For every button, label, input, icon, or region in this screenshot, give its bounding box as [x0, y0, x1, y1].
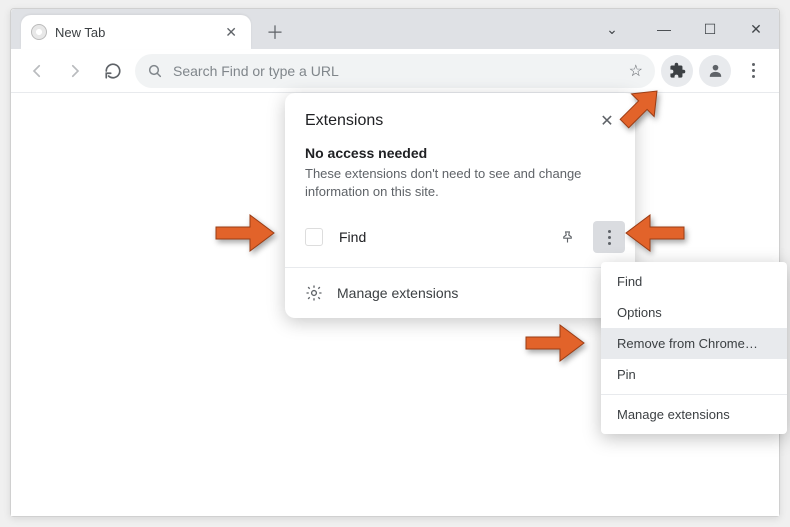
profile-button[interactable] [699, 55, 731, 87]
toolbar: Search Find or type a URL ☆ [11, 49, 779, 93]
context-menu-item-options[interactable]: Options [601, 297, 787, 328]
omnibox-placeholder: Search Find or type a URL [173, 63, 619, 79]
tab-close-button[interactable]: ✕ [221, 22, 241, 43]
new-tab-button[interactable]: ＋ [261, 18, 289, 46]
pin-extension-button[interactable] [551, 221, 583, 253]
browser-menu-button[interactable] [737, 55, 769, 87]
omnibox[interactable]: Search Find or type a URL ☆ [135, 54, 655, 88]
manage-extensions-button[interactable]: Manage extensions [285, 272, 635, 318]
extension-item-name: Find [339, 229, 541, 245]
no-access-section-title: No access needed [305, 145, 615, 161]
context-menu-item-remove[interactable]: Remove from Chrome… [601, 328, 787, 359]
context-menu-item-pin[interactable]: Pin [601, 359, 787, 390]
extension-item[interactable]: Find [285, 211, 635, 263]
bookmark-star-icon[interactable]: ☆ [629, 61, 643, 81]
tab-favicon-icon [31, 24, 47, 40]
titlebar: New Tab ✕ ＋ ⌄ — ☐ ✕ [11, 9, 779, 49]
window-close-button[interactable]: ✕ [733, 13, 779, 45]
browser-window: risk.com New Tab ✕ ＋ ⌄ — ☐ ✕ [10, 8, 780, 517]
gear-icon [305, 284, 323, 302]
extensions-popup: Extensions ✕ No access needed These exte… [285, 93, 635, 318]
extension-favicon-icon [305, 228, 323, 246]
context-menu-item-manage[interactable]: Manage extensions [601, 399, 787, 430]
window-controls: ⌄ — ☐ ✕ [589, 9, 779, 49]
manage-extensions-label: Manage extensions [337, 285, 458, 301]
reload-button[interactable] [97, 55, 129, 87]
divider [285, 267, 635, 268]
three-dots-vertical-icon [608, 230, 611, 245]
extension-context-menu: Find Options Remove from Chrome… Pin Man… [601, 262, 787, 434]
context-menu-item-find[interactable]: Find [601, 266, 787, 297]
extension-item-menu-button[interactable] [593, 221, 625, 253]
back-button[interactable] [21, 55, 53, 87]
window-maximize-button[interactable]: ☐ [687, 13, 733, 45]
search-icon [147, 63, 163, 79]
tab-title: New Tab [55, 25, 213, 40]
extensions-button[interactable] [661, 55, 693, 87]
chevron-down-icon[interactable]: ⌄ [589, 13, 635, 45]
divider [601, 394, 787, 395]
extensions-popup-title: Extensions [305, 112, 383, 130]
browser-tab[interactable]: New Tab ✕ [21, 15, 251, 49]
no-access-section-desc: These extensions don't need to see and c… [305, 165, 615, 201]
extensions-popup-close-button[interactable]: ✕ [593, 107, 621, 135]
three-dots-vertical-icon [752, 63, 755, 78]
window-minimize-button[interactable]: — [641, 13, 687, 45]
forward-button[interactable] [59, 55, 91, 87]
